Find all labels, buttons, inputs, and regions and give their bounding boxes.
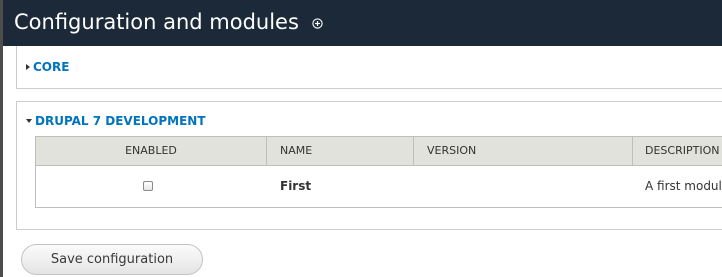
- column-header-enabled: ENABLED: [125, 144, 177, 157]
- fieldset-core-legend-text[interactable]: CORE: [33, 60, 69, 74]
- column-header-version: VERSION: [427, 144, 477, 157]
- module-description: A first module.: [645, 179, 722, 193]
- fieldset-dev-legend[interactable]: DRUPAL 7 DEVELOPMENT: [26, 114, 206, 128]
- triangle-right-icon: [26, 63, 30, 70]
- window-left-edge: [0, 0, 3, 277]
- table-header: ENABLED NAME VERSION DESCRIPTION: [36, 137, 722, 166]
- fieldset-drupal-7-development: DRUPAL 7 DEVELOPMENT ENABLED NAME VERSIO…: [16, 101, 722, 230]
- fieldset-dev-legend-text[interactable]: DRUPAL 7 DEVELOPMENT: [35, 114, 206, 128]
- page-title-text: Configuration and modules: [14, 10, 299, 34]
- fieldset-core-legend[interactable]: CORE: [26, 60, 69, 74]
- save-configuration-button[interactable]: Save configuration: [21, 244, 203, 275]
- table-row: First A first module.: [36, 166, 722, 207]
- fieldset-core: CORE: [16, 46, 722, 89]
- module-name: First: [280, 179, 312, 193]
- page-title: Configuration and modules: [14, 10, 323, 34]
- triangle-down-icon: [26, 118, 32, 123]
- enable-module-checkbox[interactable]: [143, 181, 153, 191]
- plus-circle-icon[interactable]: [311, 10, 323, 34]
- page-header: Configuration and modules: [0, 0, 722, 46]
- column-header-name: NAME: [280, 144, 313, 157]
- page: Configuration and modules CORE DRUPAL 7 …: [0, 0, 722, 277]
- modules-table: ENABLED NAME VERSION DESCRIPTION First A…: [35, 136, 722, 208]
- column-header-description: DESCRIPTION: [645, 144, 720, 157]
